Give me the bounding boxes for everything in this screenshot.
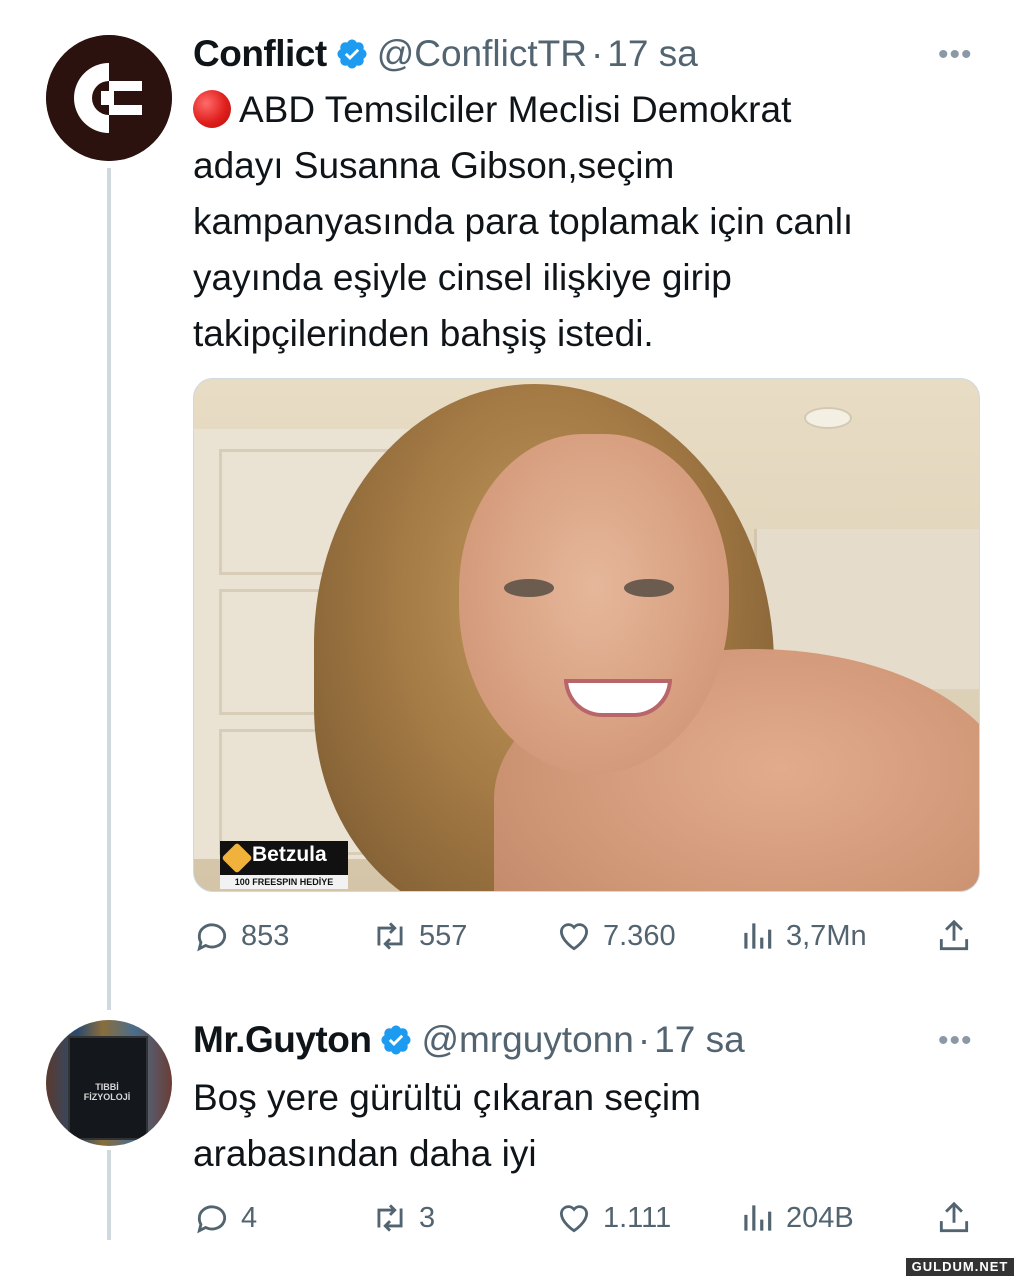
like-button[interactable]: 7.360 xyxy=(555,916,676,956)
watermark-subtitle: 100 FREESPIN HEDİYE xyxy=(220,875,348,889)
author-handle[interactable]: @ConflictTR xyxy=(377,33,587,75)
ceiling-light xyxy=(804,407,852,429)
conflict-logo-icon xyxy=(46,35,172,161)
author-handle[interactable]: @mrguytonn xyxy=(421,1019,633,1061)
thread-line xyxy=(107,168,111,1010)
retweet-icon xyxy=(377,922,403,950)
tweet1-body: ABD Temsilciler Meclisi Demokrat adayı S… xyxy=(193,82,853,362)
book-title: TIBBİ FİZYOLOJİ xyxy=(83,1082,131,1102)
heart-icon xyxy=(559,1205,589,1233)
more-options-icon[interactable]: ••• xyxy=(938,38,973,72)
reply-count: 853 xyxy=(241,919,290,952)
share-icon xyxy=(939,919,969,951)
view-count: 204B xyxy=(786,1201,854,1234)
retweet-count: 557 xyxy=(419,919,468,952)
author-name[interactable]: Mr.Guyton xyxy=(193,1019,372,1061)
like-count: 7.360 xyxy=(603,919,676,952)
share-button[interactable] xyxy=(935,916,983,956)
spade-logo-icon xyxy=(221,842,253,874)
reply-count: 4 xyxy=(241,1201,258,1234)
thread-line xyxy=(107,1150,111,1240)
views-chart-icon xyxy=(744,1205,772,1231)
avatar-conflict[interactable] xyxy=(46,35,172,161)
watermark-brand: Betzula xyxy=(252,843,327,866)
eye-shape xyxy=(624,579,674,597)
site-credit-watermark: GULDUM.NET xyxy=(906,1258,1014,1276)
reply-icon xyxy=(197,1205,227,1234)
views-chart-icon xyxy=(744,923,772,949)
tweet1-header: Conflict @ConflictTR · 17 sa xyxy=(193,32,698,76)
tweet1-text: ABD Temsilciler Meclisi Demokrat adayı S… xyxy=(193,89,854,354)
eye-shape xyxy=(504,579,554,597)
retweet-button[interactable]: 3 xyxy=(371,1198,435,1238)
verified-badge-icon xyxy=(381,1025,411,1055)
heart-icon xyxy=(559,923,589,951)
tweet-timestamp[interactable]: 17 sa xyxy=(607,33,698,75)
reply-button[interactable]: 4 xyxy=(193,1198,257,1238)
verified-badge-icon xyxy=(337,39,367,69)
tweet2-header: Mr.Guyton @mrguytonn · 17 sa xyxy=(193,1018,745,1062)
more-options-icon[interactable]: ••• xyxy=(938,1024,973,1058)
avatar-mrguyton[interactable]: TIBBİ FİZYOLOJİ xyxy=(46,1020,172,1146)
reply-icon xyxy=(197,923,227,952)
view-count: 3,7Mn xyxy=(786,919,867,952)
tweet-timestamp[interactable]: 17 sa xyxy=(654,1019,745,1061)
views-button[interactable]: 3,7Mn xyxy=(738,916,867,956)
share-icon xyxy=(939,1201,969,1233)
tweet2-actions: 4 3 1.111 204B xyxy=(193,1198,983,1238)
retweet-icon xyxy=(377,1204,403,1232)
like-count: 1.111 xyxy=(603,1201,672,1234)
retweet-button[interactable]: 557 xyxy=(371,916,467,956)
reply-button[interactable]: 853 xyxy=(193,916,289,956)
share-button[interactable] xyxy=(935,1198,983,1238)
author-name[interactable]: Conflict xyxy=(193,33,327,75)
red-circle-icon xyxy=(193,90,231,128)
tweet2-text: Boş yere gürültü çıkaran seçim arabasınd… xyxy=(193,1077,701,1174)
tweet1-actions: 853 557 7.360 3,7Mn xyxy=(193,916,983,956)
tweet-media-image[interactable]: Betzula 100 FREESPIN HEDİYE xyxy=(193,378,980,892)
face-shape xyxy=(459,434,729,774)
separator-dot: · xyxy=(590,33,604,74)
like-button[interactable]: 1.111 xyxy=(555,1198,671,1238)
separator-dot: · xyxy=(637,1019,651,1060)
betzula-watermark: Betzula 100 FREESPIN HEDİYE xyxy=(220,841,348,889)
retweet-count: 3 xyxy=(419,1201,436,1234)
views-button[interactable]: 204B xyxy=(738,1198,854,1238)
